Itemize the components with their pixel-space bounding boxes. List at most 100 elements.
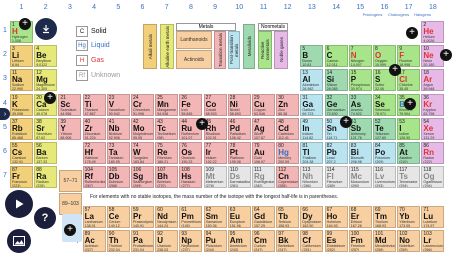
element-cell-na[interactable]: 11 Na Sodium 22.990	[10, 69, 33, 92]
element-cell-ag[interactable]: 47 Ag Silver 107.87	[252, 117, 275, 140]
element-cell-y[interactable]: 39 Y Yttrium 88.906	[58, 117, 82, 140]
element-cell-lu[interactable]: 71 Lu Lutetium 174.97	[421, 206, 445, 228]
period-label-1[interactable]: 1	[1, 27, 9, 34]
element-cell-np[interactable]: 93 Np Neptunium (237)	[179, 230, 203, 252]
add-button-9[interactable]: +	[64, 224, 76, 236]
element-cell-md[interactable]: 101 Md Mendelevium (258)	[373, 230, 396, 252]
element-cell-fl[interactable]: 114 Fl Flerovium (289)	[324, 166, 348, 189]
add-button-7[interactable]: +	[406, 27, 418, 39]
element-cell-th[interactable]: 90 Th Thorium 232.04	[106, 230, 130, 252]
element-cell-mt[interactable]: 109 Mt Meitnerium (278)	[203, 166, 227, 189]
element-cell-cd[interactable]: 48 Cd Cadmium 112.41	[276, 117, 300, 140]
category-noble[interactable]: Noble gases	[274, 31, 288, 69]
element-cell-in[interactable]: 49 In Indium 114.82	[300, 117, 324, 140]
element-cell-eu[interactable]: 63 Eu Europium 151.96	[227, 206, 251, 228]
category-lanthanoids[interactable]: Lanthanoids	[176, 31, 212, 49]
element-cell-al[interactable]: 13 Al Aluminium 26.982	[300, 69, 324, 92]
category-actinoids[interactable]: Actinoids	[176, 50, 212, 69]
element-cell-he[interactable]: 2 He Helium 4.0026	[421, 21, 445, 43]
legend-gas[interactable]: H Gas	[76, 55, 104, 66]
element-cell-cs[interactable]: 55 Cs Caesium 132.91	[10, 142, 33, 164]
element-cell-rg[interactable]: 111 Rg Roentgenium (282)	[252, 166, 275, 189]
add-button-5[interactable]: +	[389, 64, 401, 76]
group-name-chalcogens[interactable]: Chalcogens	[387, 12, 410, 17]
element-cell-og[interactable]: 118 Og Oganesson (294)	[421, 166, 445, 189]
element-cell-ba[interactable]: 56 Ba Barium 137.33	[34, 142, 58, 164]
element-cell-pt[interactable]: 78 Pt Platinum 195.08	[227, 142, 251, 164]
element-cell-f[interactable]: 9 F Fluorine 18.998	[397, 45, 421, 68]
element-cell-ga[interactable]: 31 Ga Gallium 69.723	[300, 93, 324, 116]
element-cell-re[interactable]: 75 Re Rhenium 186.21	[155, 142, 179, 164]
element-cell-li[interactable]: 3 Li Lithium 6.94	[10, 45, 33, 68]
actinoid-range[interactable]: 89–103	[59, 193, 82, 215]
element-cell-tc[interactable]: 43 Tc Technetium (98)	[155, 117, 179, 140]
element-cell-ts[interactable]: 117 Ts Tennessine (294)	[397, 166, 421, 189]
element-cell-es[interactable]: 99 Es Einsteinium (252)	[324, 230, 348, 252]
group-header-9[interactable]: 9	[204, 4, 227, 11]
element-cell-v[interactable]: 23 V Vanadium 50.942	[106, 93, 130, 116]
category-alkaline[interactable]: Alkaline earth metals	[160, 24, 174, 69]
element-cell-dy[interactable]: 66 Dy Dysprosium 162.50	[300, 206, 324, 228]
group-header-13[interactable]: 13	[300, 4, 323, 11]
element-cell-te[interactable]: 52 Te Tellurium 127.60	[373, 117, 396, 140]
element-cell-tl[interactable]: 81 Tl Thallium 204.38	[300, 142, 324, 164]
element-cell-bk[interactable]: 97 Bk Berkelium (247)	[276, 230, 300, 252]
element-cell-mc[interactable]: 115 Mc Moscovium (290)	[348, 166, 372, 189]
element-cell-ho[interactable]: 67 Ho Holmium 164.93	[324, 206, 348, 228]
element-cell-be[interactable]: 4 Be Beryllium 9.0122	[34, 45, 58, 68]
element-cell-lr[interactable]: 103 Lr Lawrencium (266)	[421, 230, 445, 252]
element-cell-co[interactable]: 27 Co Cobalt 58.933	[203, 93, 227, 116]
element-cell-c[interactable]: 6 C Carbon 12.011	[324, 45, 348, 68]
element-cell-yb[interactable]: 70 Yb Ytterbium 173.05	[397, 206, 421, 228]
period-label-3[interactable]: 3	[1, 75, 9, 82]
element-cell-hf[interactable]: 72 Hf Hafnium 178.49	[82, 142, 106, 164]
period-label-6[interactable]: 6	[1, 148, 9, 155]
element-cell-la[interactable]: 57 La Lanthanum 138.91	[82, 206, 106, 228]
element-cell-sm[interactable]: 62 Sm Samarium 150.36	[203, 206, 227, 228]
element-cell-fm[interactable]: 100 Fm Fermium (257)	[348, 230, 372, 252]
group-header-15[interactable]: 15	[349, 4, 372, 11]
element-cell-mn[interactable]: 25 Mn Manganese 54.938	[155, 93, 179, 116]
group-header-2[interactable]: 2	[34, 4, 57, 11]
period-label-2[interactable]: 2	[1, 51, 9, 58]
element-cell-pb[interactable]: 82 Pb Lead 207.2	[324, 142, 348, 164]
help-button[interactable]: ?	[34, 207, 56, 229]
lanthanoid-range[interactable]: 57–71	[59, 170, 82, 192]
period-label-5[interactable]: 5	[1, 124, 9, 131]
element-cell-ir[interactable]: 77 Ir Iridium 192.22	[203, 142, 227, 164]
element-cell-k[interactable]: 19 K Potassium 39.098	[10, 93, 33, 116]
element-cell-se[interactable]: 34 Se Selenium 78.971	[373, 93, 396, 116]
element-cell-ds[interactable]: 110 Ds Darmstadtium (281)	[227, 166, 251, 189]
element-cell-cf[interactable]: 98 Cf Californium (251)	[300, 230, 324, 252]
element-cell-cn[interactable]: 112 Cn Copernicium (285)	[276, 166, 300, 189]
element-cell-ac[interactable]: 89 Ac Actinium (227)	[82, 230, 106, 252]
element-cell-no[interactable]: 102 No Nobelium (259)	[397, 230, 421, 252]
category-reactive[interactable]: Reactive nonmetals	[258, 31, 272, 69]
element-cell-er[interactable]: 68 Er Erbium 167.26	[348, 206, 372, 228]
legend-solid[interactable]: C Solid	[76, 26, 107, 37]
element-cell-rb[interactable]: 37 Rb Rubidium 85.468	[10, 117, 33, 140]
element-cell-b[interactable]: 5 B Boron 10.81	[300, 45, 324, 68]
category-transition[interactable]: Transition metals	[214, 31, 226, 69]
element-cell-p[interactable]: 15 P Phosphorus 30.974	[348, 69, 372, 92]
element-cell-zr[interactable]: 40 Zr Zirconium 91.224	[82, 117, 106, 140]
element-cell-ge[interactable]: 32 Ge Germanium 72.630	[324, 93, 348, 116]
element-cell-sb[interactable]: 51 Sb Antimony 121.76	[348, 117, 372, 140]
category-metalloids[interactable]: Metalloids	[243, 24, 255, 69]
add-button-3[interactable]: +	[196, 118, 208, 130]
element-cell-cu[interactable]: 29 Cu Copper 63.546	[252, 93, 275, 116]
element-cell-pd[interactable]: 46 Pd Palladium 106.42	[227, 117, 251, 140]
element-cell-sr[interactable]: 38 Sr Strontium 87.62	[34, 117, 58, 140]
element-cell-fe[interactable]: 26 Fe Iron 55.845	[179, 93, 203, 116]
element-cell-kr[interactable]: 36 Kr Krypton 83.798	[421, 93, 445, 116]
element-cell-si[interactable]: 14 Si Silicon 28.085	[324, 69, 348, 92]
add-button-6[interactable]: +	[404, 98, 416, 110]
element-cell-rn[interactable]: 86 Rn Radon (222)	[421, 142, 445, 164]
element-cell-ar[interactable]: 18 Ar Argon 39.948	[421, 69, 445, 92]
element-cell-cr[interactable]: 24 Cr Chromium 51.996	[131, 93, 154, 116]
element-cell-n[interactable]: 7 N Nitrogen 14.007	[348, 45, 372, 68]
group-header-4[interactable]: 4	[83, 4, 106, 11]
element-cell-fr[interactable]: 87 Fr Francium (223)	[10, 166, 33, 189]
element-cell-u[interactable]: 92 U Uranium 238.03	[155, 230, 179, 252]
group-header-18[interactable]: 18	[421, 4, 444, 11]
